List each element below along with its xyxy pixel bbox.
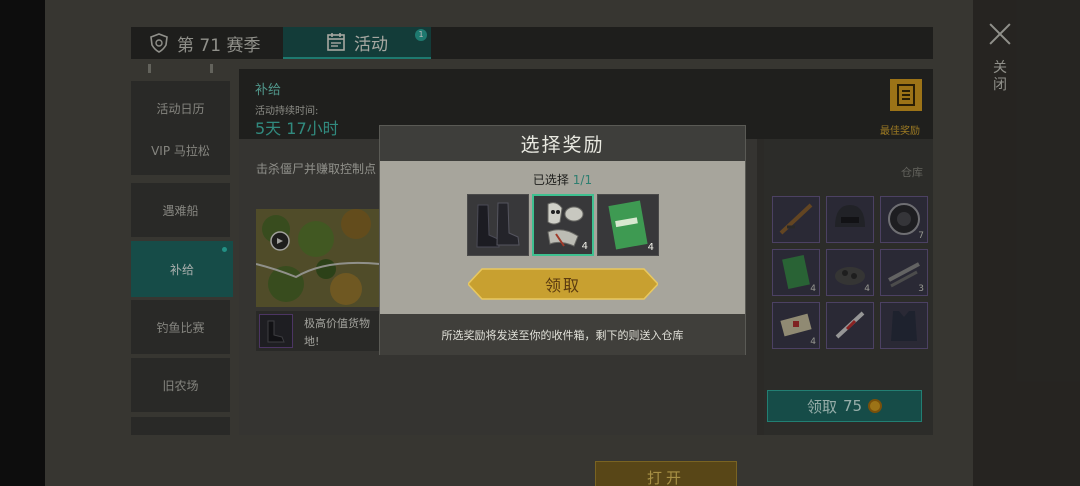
zombie-parts-icon[interactable]: 4: [532, 194, 594, 256]
dialog-note: 所选奖励将发送至你的收件箱，剩下的则送入仓库: [380, 314, 745, 355]
boots-icon[interactable]: [467, 194, 529, 256]
select-reward-dialog: 选择奖励 已选择 1/1 4 4 领取 所选奖励将发送至你的收件箱，剩下的则送入…: [379, 125, 746, 355]
claim-reward-button[interactable]: 领取: [466, 268, 660, 300]
selected-value: 1/1: [572, 173, 593, 187]
notebook-icon[interactable]: 4: [597, 194, 659, 256]
dialog-title: 选择奖励: [380, 126, 745, 161]
item-count: 4: [647, 242, 654, 253]
reward-options: 4 4: [467, 194, 662, 259]
claim-reward-label: 领取: [544, 276, 581, 295]
selected-count: 已选择 1/1: [380, 171, 745, 188]
item-count: 4: [581, 241, 588, 252]
selected-label: 已选择: [532, 173, 569, 187]
